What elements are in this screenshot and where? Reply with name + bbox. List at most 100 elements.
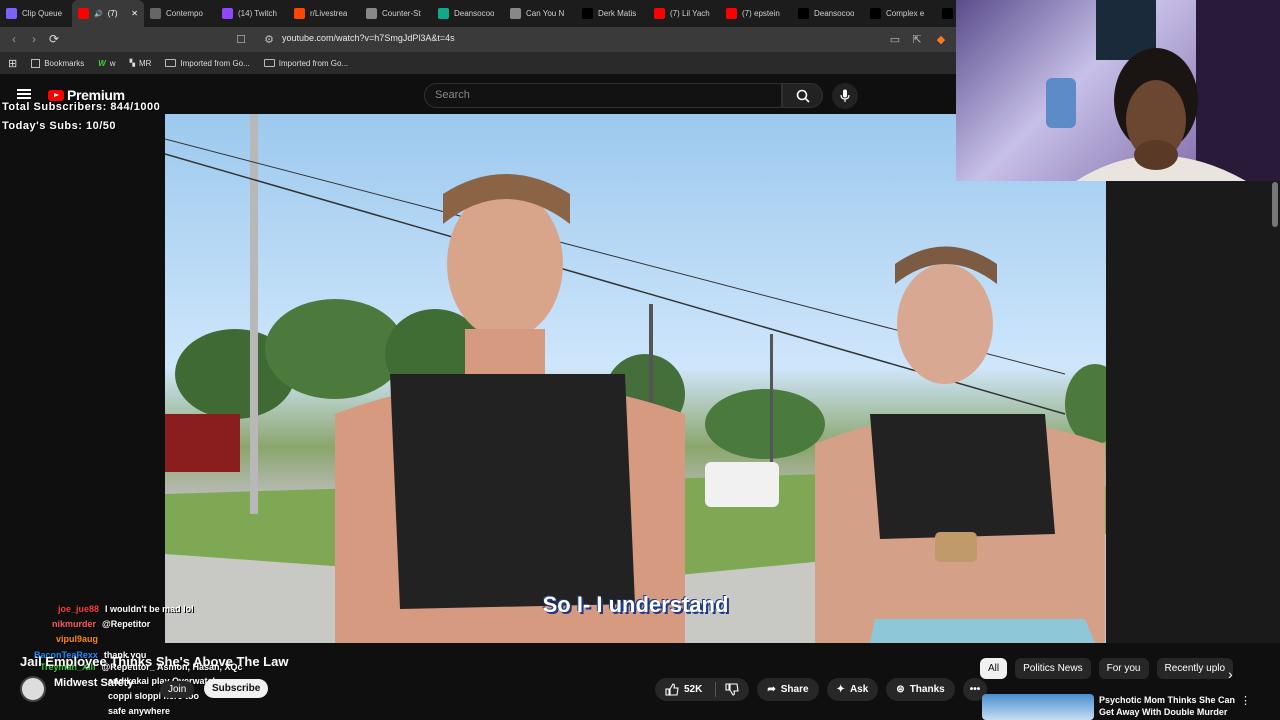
bookmark-star-icon[interactable]: ☐	[234, 32, 248, 46]
site-info-icon[interactable]: ⚙	[262, 32, 276, 46]
like-button[interactable]: 52K	[655, 678, 750, 701]
chip-politics-news[interactable]: Politics News	[1015, 658, 1091, 679]
share-page-icon[interactable]: ⇱	[910, 32, 924, 46]
tab-favicon-icon	[438, 8, 449, 19]
recommendation-filter-chips: All Politics News For you Recently uplo	[980, 658, 1234, 679]
browser-tab[interactable]: Complex e	[864, 0, 936, 27]
browser-tab[interactable]: (7) epstein	[720, 0, 792, 27]
subscribe-button[interactable]: Subscribe	[204, 679, 269, 698]
video-frame-illustration	[165, 114, 1106, 643]
browser-tab[interactable]: Derk Matis	[576, 0, 648, 27]
forward-icon[interactable]: ›	[24, 29, 44, 49]
recommended-video[interactable]: Psychotic Mom Thinks She Can Get Away Wi…	[982, 694, 1274, 720]
bookmark-item[interactable]: ▚ MR	[130, 59, 152, 68]
webcam-overlay	[956, 0, 1280, 181]
like-divider	[715, 682, 717, 697]
apps-grid-icon[interactable]: ⊞	[8, 57, 17, 70]
like-count: 52K	[684, 684, 703, 695]
chat-message: vipul9aug	[56, 634, 104, 644]
chip-for-you[interactable]: For you	[1098, 658, 1149, 679]
chat-username[interactable]: vipul9aug	[56, 634, 98, 644]
tab-favicon-icon	[654, 8, 665, 19]
speaker-icon[interactable]: 🔊	[94, 10, 103, 18]
close-tab-icon[interactable]: ✕	[131, 9, 138, 18]
ask-label: Ask	[849, 684, 869, 695]
search-button[interactable]	[782, 83, 823, 108]
tab-label: r/Livestrea	[310, 9, 348, 18]
search-icon	[796, 89, 810, 103]
tab-label: (7) epstein	[742, 9, 780, 18]
chat-username[interactable]: nikmurder	[52, 619, 96, 629]
channel-name[interactable]: Midwest Safety	[54, 677, 133, 689]
bookmarks-bar: ⊞ Bookmarks Ww ▚ MR Imported from Go... I…	[0, 52, 956, 74]
ask-button[interactable]: ✦ Ask	[826, 678, 879, 701]
page-scrollbar[interactable]	[1272, 182, 1278, 227]
more-horizontal-icon: •••	[969, 684, 981, 695]
tab-label: Complex e	[886, 9, 925, 18]
tab-favicon-icon	[582, 8, 593, 19]
more-vertical-icon[interactable]: ⋮	[1240, 694, 1251, 707]
bookmark-item[interactable]: Ww	[98, 59, 115, 68]
bookmark-label: Bookmarks	[44, 58, 85, 68]
bookmark-label: w	[109, 58, 116, 68]
chat-username[interactable]: joe_jue88	[58, 604, 99, 614]
browser-tab[interactable]: Deansocoo	[792, 0, 864, 27]
join-button[interactable]: Join	[160, 681, 195, 698]
browser-tab[interactable]: r/Livestrea	[288, 0, 360, 27]
chip-recently-uploaded[interactable]: Recently uplo	[1156, 658, 1234, 679]
url-field[interactable]: youtube.com/watch?v=h7SmgJdPl3A&t=4s	[282, 33, 455, 43]
browser-tab[interactable]: Counter-St	[360, 0, 432, 27]
cast-icon[interactable]: ▭	[888, 32, 902, 46]
thanks-button[interactable]: ⊜ Thanks	[886, 678, 955, 701]
bookmark-item[interactable]: Bookmarks	[31, 58, 85, 68]
today-subs-counter: Today's Subs: 10/50	[2, 120, 117, 132]
video-thumbnail[interactable]	[982, 694, 1094, 720]
share-label: Share	[780, 684, 809, 695]
browser-tab-bar: Clip Queue 🔊 (7) ✕ Contempo (14) Twitch r/Live…	[0, 0, 956, 27]
browser-tab[interactable]: Clip Queue	[0, 0, 72, 27]
tab-favicon-icon	[366, 8, 377, 19]
browser-tab[interactable]: Sc	[936, 0, 956, 27]
search-input[interactable]: Search	[424, 83, 782, 108]
tab-favicon-icon	[798, 8, 809, 19]
back-icon[interactable]: ‹	[4, 29, 24, 49]
folder-icon	[263, 59, 275, 67]
chat-text: I wouldn't be mad lol	[105, 604, 194, 614]
thumbs-down-icon[interactable]	[725, 683, 739, 696]
tab-label: Deansocoo	[814, 9, 855, 18]
tab-favicon-icon	[942, 8, 953, 19]
channel-avatar[interactable]	[20, 676, 46, 702]
browser-tab[interactable]: (7) Lil Yach	[648, 0, 720, 27]
reload-icon[interactable]: ⟳	[44, 29, 64, 49]
tab-favicon-icon	[726, 8, 737, 19]
bookmark-label: Imported from Go...	[278, 58, 349, 68]
browser-tab[interactable]: (14) Twitch	[216, 0, 288, 27]
chevron-right-icon[interactable]: ›	[1228, 666, 1233, 682]
video-actions: 52K ➦ Share ✦ Ask ⊜ Thanks •••	[655, 678, 988, 701]
tab-favicon-icon	[222, 8, 233, 19]
bookmark-label: Imported from Go...	[180, 58, 250, 68]
browser-tab[interactable]: Contempo	[144, 0, 216, 27]
thanks-label: Thanks	[909, 684, 945, 695]
browser-tab[interactable]: Can You N	[504, 0, 576, 27]
video-subtitle: So I- I understand	[542, 592, 729, 617]
chat-text: safe anywhere	[108, 706, 171, 716]
video-title: Jail Employee Thinks She's Above The Law	[20, 654, 289, 669]
bookmark-item[interactable]: Imported from Go...	[165, 58, 250, 68]
menu-icon[interactable]	[17, 89, 31, 99]
streamer-webcam-illustration	[1046, 0, 1280, 181]
voice-search-button[interactable]	[832, 83, 858, 109]
browser-tab[interactable]: Deansocoo	[432, 0, 504, 27]
brave-shield-icon[interactable]: ◆	[934, 32, 948, 46]
bookmark-item[interactable]: Imported from Go...	[263, 58, 349, 68]
bookmarks-folder-icon	[31, 58, 41, 68]
recommended-video-title[interactable]: Psychotic Mom Thinks She Can Get Away Wi…	[1099, 694, 1239, 718]
video-player[interactable]: So I- I understand	[165, 114, 1106, 643]
sparkle-icon: ✦	[836, 684, 845, 695]
chip-all[interactable]: All	[980, 658, 1008, 679]
tab-favicon-icon	[6, 8, 17, 19]
w-logo-icon: W	[98, 58, 106, 68]
share-button[interactable]: ➦ Share	[757, 678, 819, 701]
chat-message: joe_jue88 I wouldn't be mad lol	[58, 604, 194, 614]
browser-tab[interactable]: 🔊 (7) ✕	[72, 0, 144, 27]
